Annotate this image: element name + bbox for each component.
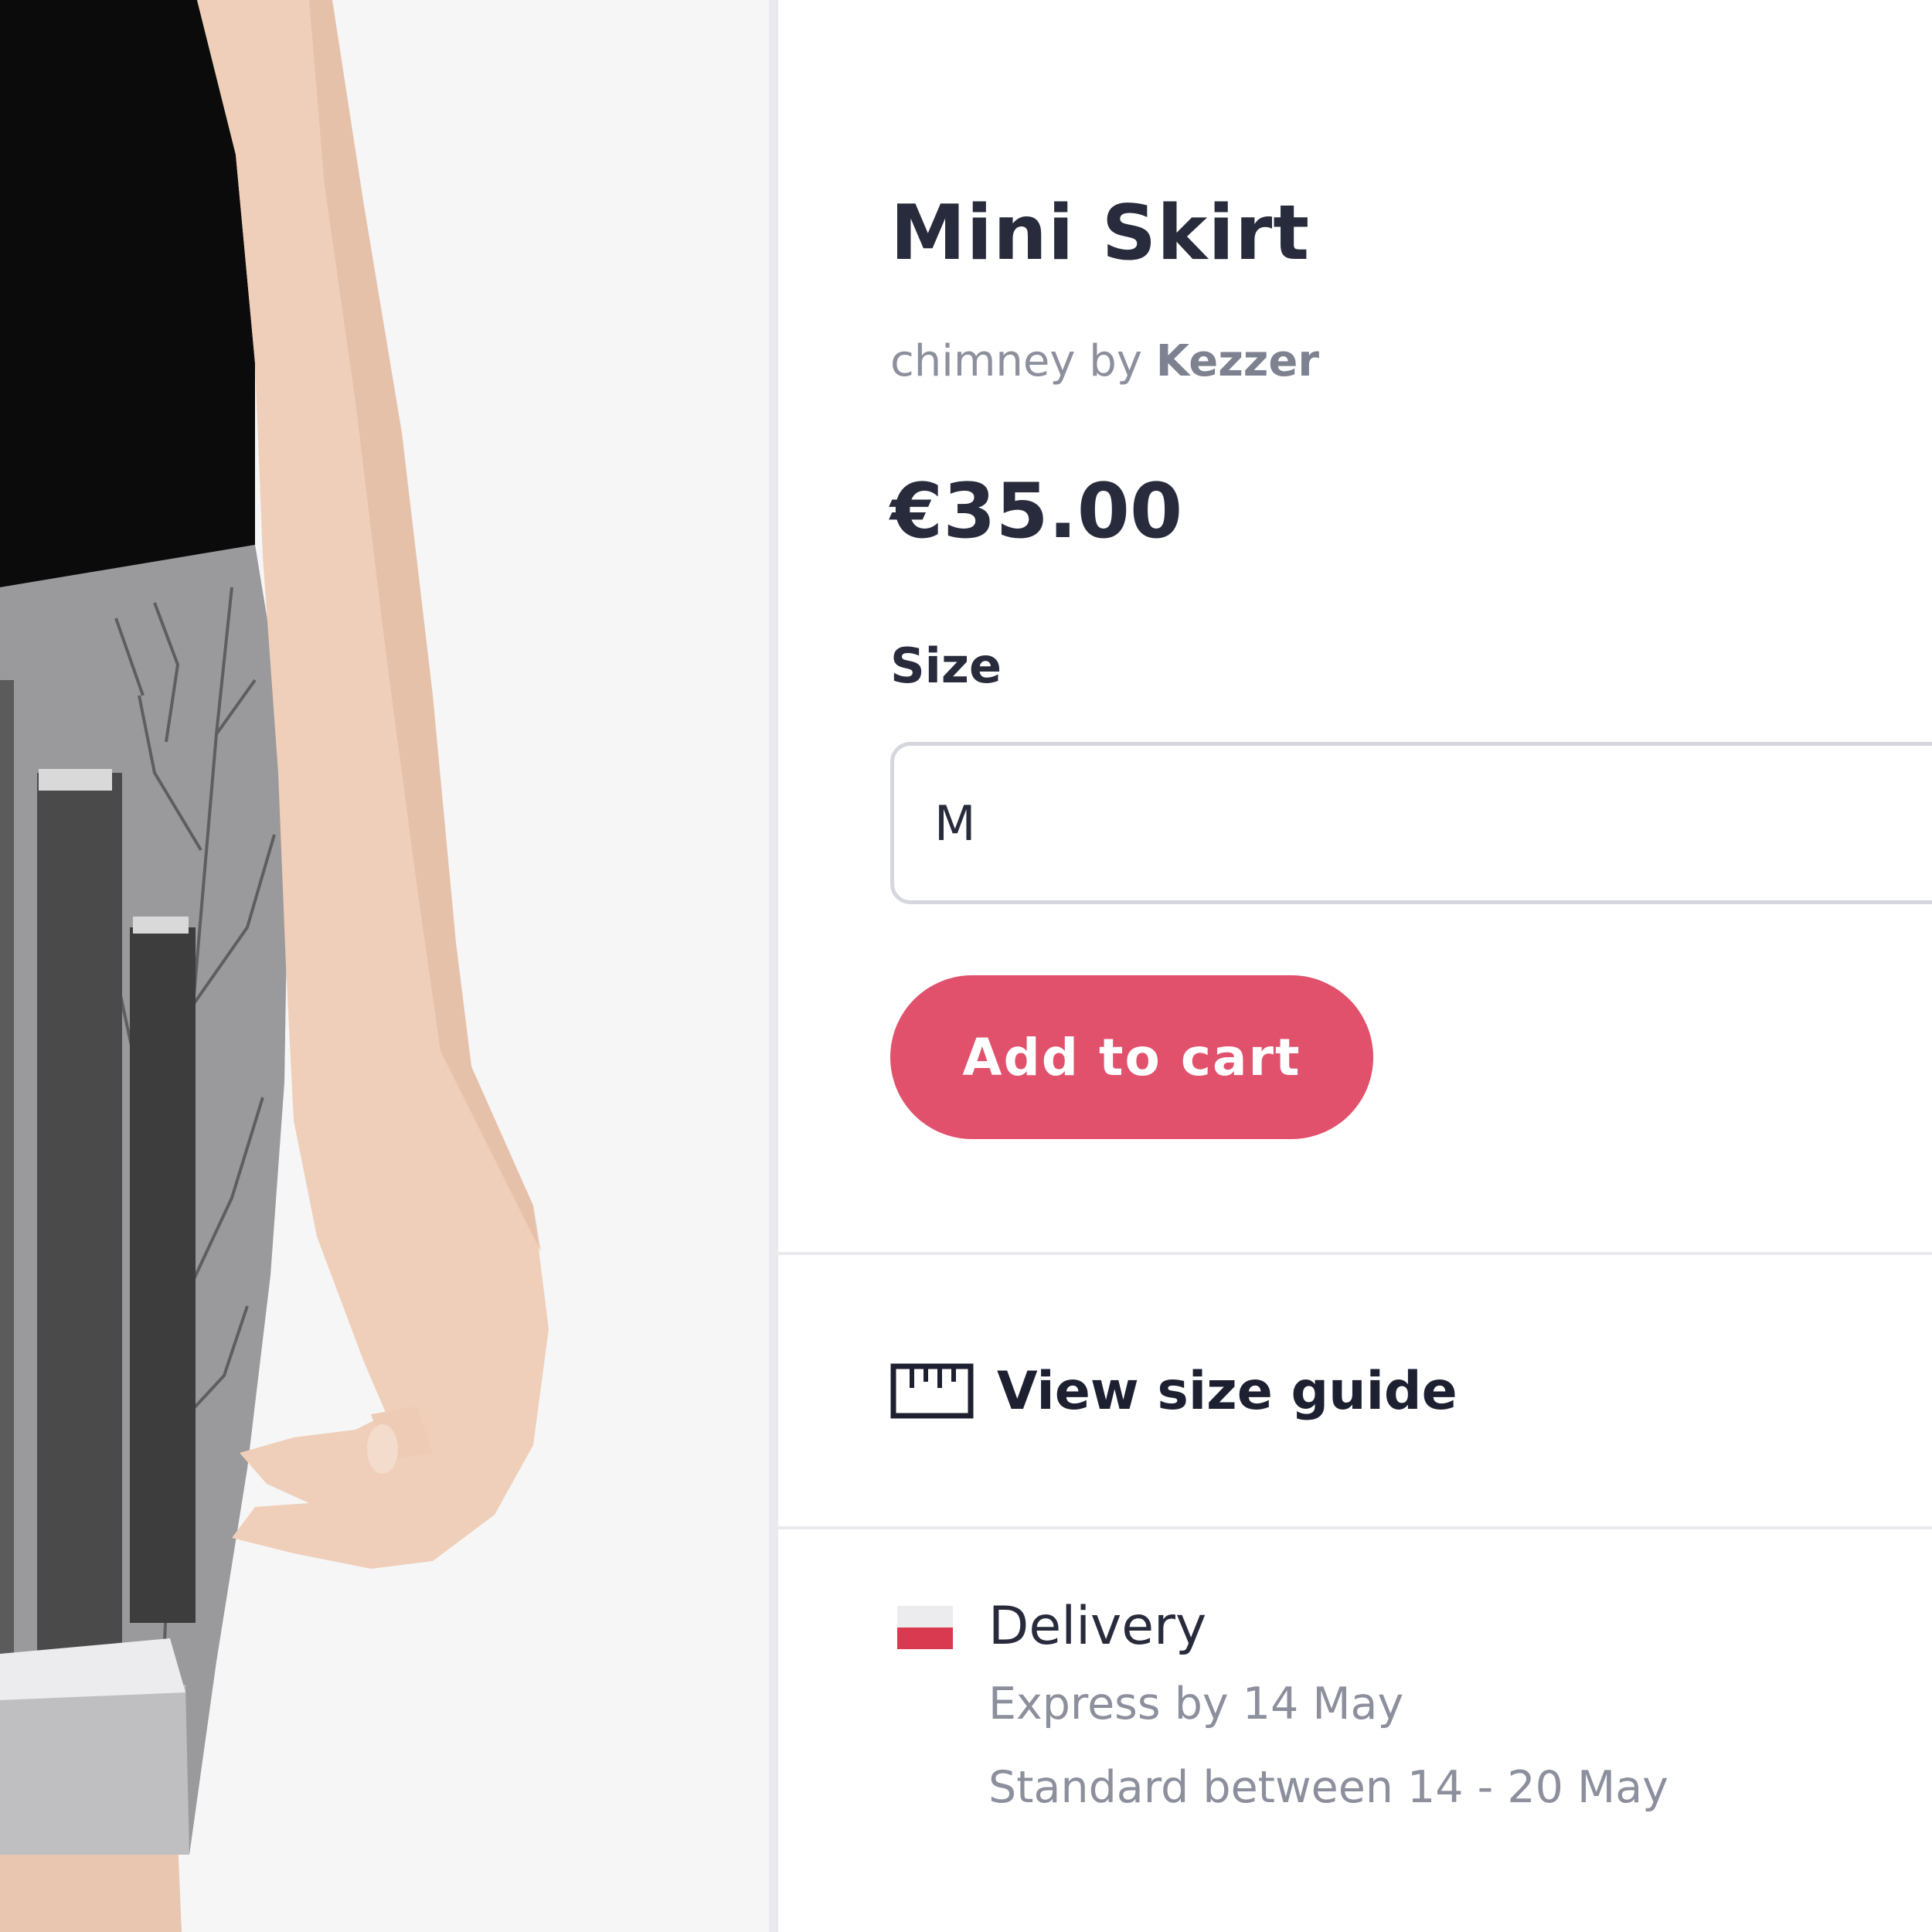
delivery-standard: Standard between 14 - 20 May bbox=[988, 1762, 1668, 1813]
size-select[interactable]: M bbox=[890, 742, 1932, 904]
artist-link[interactable]: Kezzer bbox=[1156, 336, 1319, 386]
poland-flag-icon bbox=[897, 1606, 953, 1652]
view-size-guide-link[interactable]: View size guide bbox=[890, 1349, 1458, 1434]
size-selected-value: M bbox=[934, 795, 976, 852]
section-divider bbox=[778, 1526, 1932, 1529]
delivery-express: Express by 14 May bbox=[988, 1679, 1404, 1730]
product-title: Mini Skirt bbox=[890, 189, 1311, 277]
design-name: chimney bbox=[890, 336, 1076, 386]
size-guide-label: View size guide bbox=[997, 1360, 1458, 1422]
panel-divider bbox=[769, 0, 778, 1932]
product-page: Mini Skirt chimney by Kezzer €35.00 Size… bbox=[0, 0, 1932, 1932]
product-details: Mini Skirt chimney by Kezzer €35.00 Size… bbox=[778, 0, 1932, 1932]
section-divider bbox=[778, 1252, 1932, 1255]
product-byline: chimney by Kezzer bbox=[890, 336, 1319, 386]
add-to-cart-button[interactable]: Add to cart bbox=[890, 975, 1373, 1139]
product-image bbox=[0, 0, 777, 1932]
model-photo bbox=[0, 0, 777, 1932]
product-price: €35.00 bbox=[890, 468, 1183, 556]
size-label: Size bbox=[890, 638, 1002, 694]
delivery-title: Delivery bbox=[988, 1596, 1207, 1657]
ruler-icon bbox=[890, 1363, 974, 1419]
byline-by: by bbox=[1089, 336, 1142, 386]
